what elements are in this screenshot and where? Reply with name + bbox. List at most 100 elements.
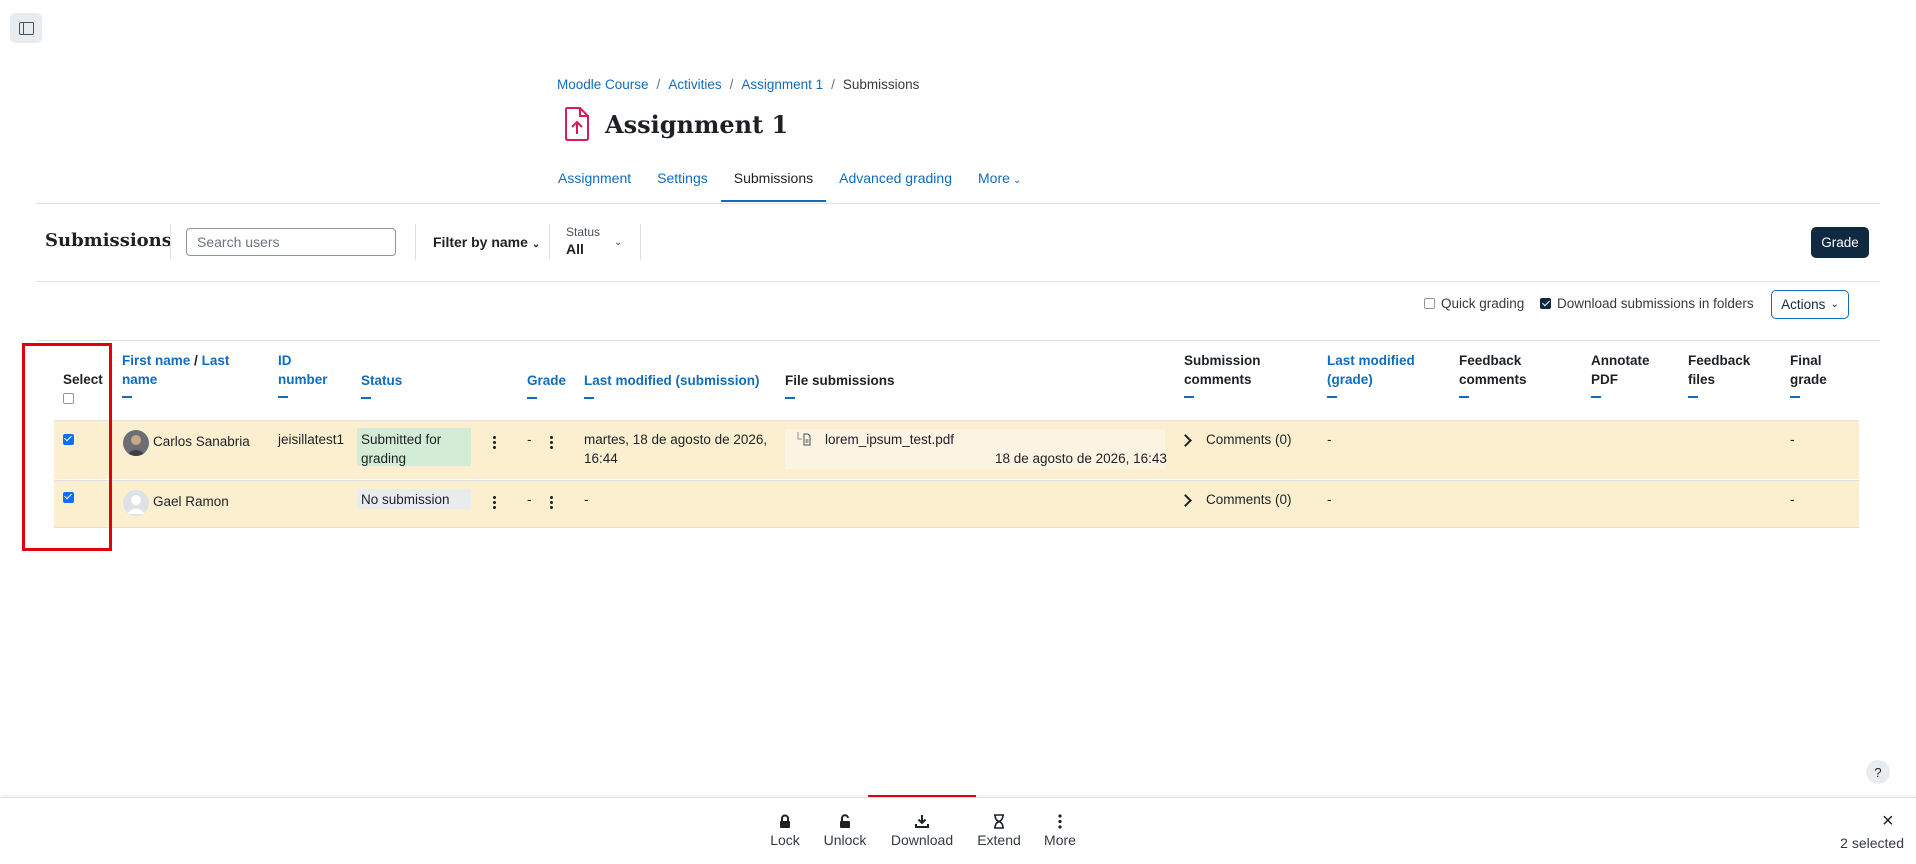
bulk-actions-bar: Lock Unlock Download Extend More × 2 sel… — [0, 797, 1916, 864]
page-header: Assignment 1 — [563, 106, 788, 142]
collapse-column-icon[interactable] — [1790, 396, 1800, 398]
download-label: Download — [890, 832, 954, 848]
header-annotate-pdf-label: Annotate PDF — [1591, 353, 1650, 387]
tab-more[interactable]: More ⌄ — [965, 158, 1034, 202]
user-name-link[interactable]: Carlos Sanabria — [153, 432, 250, 451]
collapse-column-icon[interactable] — [785, 397, 795, 399]
filter-by-name-label: Filter by name — [433, 234, 528, 250]
help-button[interactable]: ? — [1866, 760, 1890, 784]
status-menu-icon[interactable] — [493, 436, 496, 451]
tab-settings[interactable]: Settings — [644, 158, 721, 202]
header-last-modified-submission-link[interactable]: Last modified (submission) — [584, 373, 760, 388]
header-grade: Grade — [527, 371, 566, 399]
header-file-submissions: File submissions — [785, 371, 895, 399]
collapse-column-icon[interactable] — [278, 396, 288, 398]
selected-count: 2 selected — [1840, 835, 1904, 851]
filter-by-name-dropdown[interactable]: Filter by name ⌄ — [433, 234, 540, 250]
header-status: Status — [361, 371, 402, 399]
tab-label: Advanced grading — [839, 170, 952, 186]
breadcrumb-activities[interactable]: Activities — [668, 77, 721, 92]
header-id-number: ID number — [278, 351, 338, 398]
quick-grading-checkbox[interactable] — [1424, 298, 1435, 309]
tab-label: Assignment — [558, 170, 632, 186]
header-feedback-comments-label: Feedback comments — [1459, 353, 1527, 387]
comments-link[interactable]: Comments (0) — [1206, 490, 1292, 509]
grade-button[interactable]: Grade — [1811, 227, 1869, 258]
header-last-modified-grade: Last modified (grade) — [1327, 351, 1422, 398]
breadcrumb-separator: / — [656, 77, 661, 92]
collapse-column-icon[interactable] — [1591, 396, 1601, 398]
tab-label: Settings — [657, 170, 708, 186]
download-button[interactable]: Download — [884, 814, 960, 848]
extend-button[interactable]: Extend — [975, 814, 1023, 848]
more-label: More — [1044, 832, 1076, 848]
last-modified-grade-value: - — [1327, 492, 1332, 507]
file-link[interactable]: lorem_ipsum_test.pdf — [825, 430, 954, 449]
tab-label: More — [978, 170, 1010, 186]
header-last-modified-grade-link[interactable]: Last modified (grade) — [1327, 353, 1415, 387]
tab-label: Submissions — [733, 170, 814, 186]
more-button[interactable]: More — [1040, 814, 1080, 848]
grade-value: - — [527, 492, 532, 507]
final-grade-value: - — [1790, 492, 1795, 507]
chevron-down-icon: ⌄ — [531, 239, 541, 250]
hourglass-icon — [994, 814, 1004, 829]
grade-menu-icon[interactable] — [550, 496, 553, 511]
header-name: First name / Last name — [122, 351, 232, 398]
collapse-column-icon[interactable] — [361, 397, 371, 399]
breadcrumb-separator: / — [729, 77, 734, 92]
status-menu-icon[interactable] — [493, 496, 496, 511]
divider — [170, 224, 171, 260]
quick-grading-label: Quick grading — [1441, 296, 1525, 311]
tab-submissions[interactable]: Submissions — [720, 158, 827, 202]
collapse-column-icon[interactable] — [1688, 396, 1698, 398]
tab-assignment[interactable]: Assignment — [545, 158, 644, 202]
breadcrumb-course[interactable]: Moodle Course — [557, 77, 649, 92]
page-title: Assignment 1 — [605, 109, 789, 139]
grade-menu-icon[interactable] — [550, 436, 553, 451]
breadcrumb-separator: / — [831, 77, 835, 92]
actions-label: Actions — [1781, 297, 1826, 312]
avatar — [123, 490, 149, 516]
collapse-column-icon[interactable] — [527, 397, 537, 399]
divider — [36, 340, 1880, 341]
unlock-button[interactable]: Unlock — [820, 814, 870, 848]
collapse-column-icon[interactable] — [584, 397, 594, 399]
header-id-number-link[interactable]: ID number — [278, 353, 328, 387]
quick-grading-option[interactable]: Quick grading — [1424, 296, 1524, 311]
actions-button[interactable]: Actions ⌄ — [1771, 290, 1849, 319]
header-submission-comments: Submission comments — [1184, 351, 1274, 398]
highlight-select-column — [22, 343, 112, 551]
collapse-column-icon[interactable] — [1327, 396, 1337, 398]
collapse-column-icon[interactable] — [122, 396, 132, 398]
drawer-toggle-button[interactable] — [10, 13, 42, 43]
collapse-column-icon[interactable] — [1459, 396, 1469, 398]
last-modified-value: martes, 18 de agosto de 2026, 16:44 — [584, 432, 768, 466]
last-modified-value: - — [584, 492, 589, 507]
close-icon[interactable]: × — [1882, 810, 1894, 833]
search-input[interactable] — [186, 228, 396, 256]
header-first-name-link[interactable]: First name — [122, 353, 190, 368]
lock-button[interactable]: Lock — [766, 814, 804, 848]
divider — [549, 224, 550, 260]
header-name-separator: / — [194, 353, 198, 368]
extend-label: Extend — [977, 832, 1021, 848]
breadcrumb-assignment[interactable]: Assignment 1 — [741, 77, 823, 92]
tab-advanced-grading[interactable]: Advanced grading — [826, 158, 965, 202]
download-in-folders-checkbox[interactable] — [1540, 298, 1551, 309]
lock-icon — [780, 814, 790, 828]
final-grade-value: - — [1790, 432, 1795, 447]
comments-link[interactable]: Comments (0) — [1206, 430, 1292, 449]
download-in-folders-option[interactable]: Download submissions in folders — [1540, 296, 1754, 311]
status-filter-dropdown[interactable]: Status All ⌄ — [566, 225, 622, 257]
header-status-link[interactable]: Status — [361, 373, 402, 388]
header-grade-link[interactable]: Grade — [527, 373, 566, 388]
chevron-down-icon: ⌄ — [614, 237, 623, 248]
header-feedback-files: Feedback files — [1688, 351, 1758, 398]
user-name-link[interactable]: Gael Ramon — [153, 492, 229, 511]
collapse-column-icon[interactable] — [1184, 396, 1194, 398]
secondary-nav: Assignment Settings Submissions Advanced… — [545, 158, 1034, 202]
breadcrumb-current: Submissions — [842, 77, 920, 92]
header-feedback-comments: Feedback comments — [1459, 351, 1539, 398]
table-row — [54, 480, 1859, 528]
